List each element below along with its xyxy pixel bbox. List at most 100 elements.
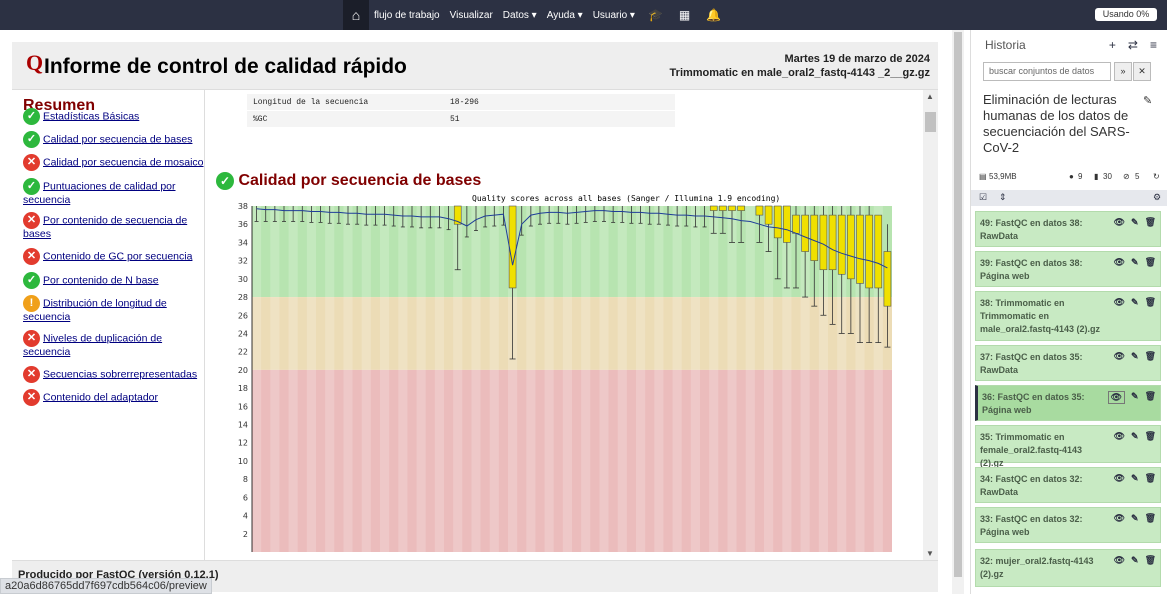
summary-link-4[interactable]: ✕ Por contenido de secuencia de bases: [23, 212, 208, 240]
stripe: [270, 206, 280, 552]
box: [709, 205, 718, 211]
menu-icon[interactable]: ≡: [1150, 38, 1157, 52]
summary-panel: Resumen ✓ Estadísticas Básicas ✓ Calidad po…: [12, 90, 205, 560]
usage-indicator[interactable]: Usando 0%: [1095, 8, 1157, 21]
history-item[interactable]: 37: FastQC en datos 35: RawData 👁 ✎ 🗑: [975, 345, 1161, 381]
trash-icon[interactable]: 🗑: [1145, 257, 1156, 268]
switch-icon[interactable]: ⇄: [1128, 38, 1138, 52]
summary-link-10[interactable]: ✕ Contenido del adaptador: [23, 389, 208, 406]
eye-icon[interactable]: 👁: [1114, 555, 1125, 566]
history-item-label[interactable]: 36: FastQC en datos 35: Página web: [982, 391, 1106, 417]
trash-icon[interactable]: 🗑: [1145, 513, 1156, 524]
scroll-down-icon[interactable]: ▼: [926, 549, 934, 558]
refresh-icon[interactable]: ↻: [1153, 172, 1160, 181]
advanced-search-icon[interactable]: »: [1114, 62, 1132, 81]
history-search-input[interactable]: buscar conjuntos de datos: [983, 62, 1111, 81]
history-item-label[interactable]: 37: FastQC en datos 35: RawData: [980, 351, 1104, 377]
history-item[interactable]: 33: FastQC en datos 32: Página web 👁 ✎ 🗑: [975, 507, 1161, 543]
clear-search-icon[interactable]: ✕: [1133, 62, 1151, 81]
box: [764, 205, 773, 225]
report-scrollbar[interactable]: ▲ ▼: [923, 90, 938, 560]
history-size[interactable]: 53,9MB: [989, 172, 1017, 181]
history-item-label[interactable]: 35: Trimmomatic en female_oral2.fastq-41…: [980, 431, 1104, 470]
nav-data[interactable]: Datos ▾: [498, 10, 542, 21]
count-shown[interactable]: 9: [1078, 172, 1082, 181]
summary-link-3[interactable]: ✓ Puntuaciones de calidad por secuencia: [23, 178, 208, 206]
eye-icon[interactable]: 👁: [1114, 217, 1125, 228]
summary-link-2[interactable]: ✕ Calidad por secuencia de mosaico: [23, 154, 208, 171]
history-item[interactable]: 32: mujer_oral2.fastq-4143 (2).gz 👁 ✎ 🗑: [975, 549, 1161, 587]
count-hidden[interactable]: 5: [1135, 172, 1139, 181]
nav-visualize[interactable]: Visualizar: [445, 10, 498, 21]
history-item[interactable]: 35: Trimmomatic en female_oral2.fastq-41…: [975, 425, 1161, 468]
y-tick-label: 10: [238, 457, 248, 466]
eye-icon[interactable]: 👁: [1114, 257, 1125, 268]
plus-icon[interactable]: +: [1109, 38, 1116, 52]
history-item-label[interactable]: 39: FastQC en datos 38: Página web: [980, 257, 1104, 283]
y-tick-label: 6: [243, 493, 248, 502]
summary-link-6[interactable]: ✓ Por contenido de N base: [23, 272, 208, 289]
pencil-icon[interactable]: ✎: [1131, 297, 1139, 308]
pencil-icon[interactable]: ✎: [1131, 431, 1139, 442]
summary-link-7[interactable]: ! Distribución de longitud de secuencia: [23, 295, 208, 323]
center-scrollbar[interactable]: [952, 30, 964, 594]
select-all-icon[interactable]: ☑: [979, 192, 987, 203]
trash-icon[interactable]: 🗑: [1145, 217, 1156, 228]
pencil-icon[interactable]: ✎: [1131, 555, 1139, 566]
trash-icon[interactable]: 🗑: [1145, 297, 1156, 308]
history-item-label[interactable]: 49: FastQC en datos 38: RawData: [980, 217, 1104, 243]
trash-icon[interactable]: 🗑: [1145, 473, 1156, 484]
grid-icon[interactable]: ▦: [671, 8, 698, 22]
eye-icon[interactable]: 👁: [1114, 431, 1125, 442]
bell-icon[interactable]: 🔔: [698, 8, 729, 22]
history-item-label[interactable]: 32: mujer_oral2.fastq-4143 (2).gz: [980, 555, 1104, 581]
history-item[interactable]: 34: FastQC en datos 32: RawData 👁 ✎ 🗑: [975, 467, 1161, 503]
pencil-icon[interactable]: ✎: [1131, 473, 1139, 484]
history-item[interactable]: 49: FastQC en datos 38: RawData 👁 ✎ 🗑: [975, 211, 1161, 247]
report-header: Q Informe de control de calidad rápido M…: [12, 42, 938, 90]
nav-help[interactable]: Ayuda ▾: [542, 10, 588, 21]
history-name[interactable]: Eliminación de lecturas humanas de los d…: [983, 92, 1143, 156]
eye-icon[interactable]: 👁: [1114, 473, 1125, 484]
box: [819, 214, 828, 271]
graduation-cap-icon[interactable]: 🎓: [640, 8, 671, 22]
summary-link-8[interactable]: ✕ Niveles de duplicación de secuencia: [23, 330, 208, 358]
pencil-icon[interactable]: ✎: [1131, 257, 1139, 268]
history-item[interactable]: 36: FastQC en datos 35: Página web 👁 ✎ 🗑: [975, 385, 1161, 421]
settings-icon[interactable]: ⚙: [1153, 192, 1161, 203]
summary-link-1[interactable]: ✓ Calidad por secuencia de bases: [23, 131, 208, 148]
pencil-icon[interactable]: ✎: [1131, 351, 1139, 362]
scroll-up-icon[interactable]: ▲: [926, 92, 934, 101]
trash-icon[interactable]: 🗑: [1145, 391, 1156, 404]
history-item[interactable]: 38: Trimmomatic en Trimmomatic en male_o…: [975, 291, 1161, 341]
history-item[interactable]: 39: FastQC en datos 38: Página web 👁 ✎ 🗑: [975, 251, 1161, 287]
summary-link-9[interactable]: ✕ Secuencias sobrerrepresentadas: [23, 366, 208, 383]
summary-link-0[interactable]: ✓ Estadísticas Básicas: [23, 108, 208, 125]
history-item-label[interactable]: 34: FastQC en datos 32: RawData: [980, 473, 1104, 499]
collapse-icon[interactable]: ⇕: [999, 192, 1007, 203]
summary-link-5[interactable]: ✕ Contenido de GC por secuencia: [23, 248, 208, 265]
nav-user[interactable]: Usuario ▾: [588, 10, 640, 21]
scrollbar-thumb[interactable]: [954, 32, 962, 577]
eye-icon[interactable]: 👁: [1114, 351, 1125, 362]
history-item-label[interactable]: 33: FastQC en datos 32: Página web: [980, 513, 1104, 539]
pencil-icon[interactable]: ✎: [1131, 391, 1139, 404]
eye-icon[interactable]: 👁: [1107, 391, 1126, 404]
box: [773, 205, 782, 239]
scrollbar-thumb[interactable]: [925, 112, 936, 132]
count-deleted[interactable]: 30: [1103, 172, 1112, 181]
pencil-icon[interactable]: ✎: [1131, 513, 1139, 524]
history-item-label[interactable]: 38: Trimmomatic en Trimmomatic en male_o…: [980, 297, 1104, 336]
box: [828, 214, 837, 271]
pencil-icon[interactable]: ✎: [1143, 94, 1152, 107]
trash-icon[interactable]: 🗑: [1145, 351, 1156, 362]
trash-icon[interactable]: 🗑: [1145, 555, 1156, 566]
pencil-icon[interactable]: ✎: [1131, 217, 1139, 228]
eye-icon[interactable]: 👁: [1114, 513, 1125, 524]
eye-icon[interactable]: 👁: [1114, 297, 1125, 308]
stripe: [343, 206, 353, 552]
trash-icon[interactable]: 🗑: [1145, 431, 1156, 442]
nav-workflow[interactable]: flujo de trabajo: [369, 10, 445, 21]
history-title: Historia: [985, 38, 1026, 52]
home-icon[interactable]: ⌂: [343, 0, 369, 30]
